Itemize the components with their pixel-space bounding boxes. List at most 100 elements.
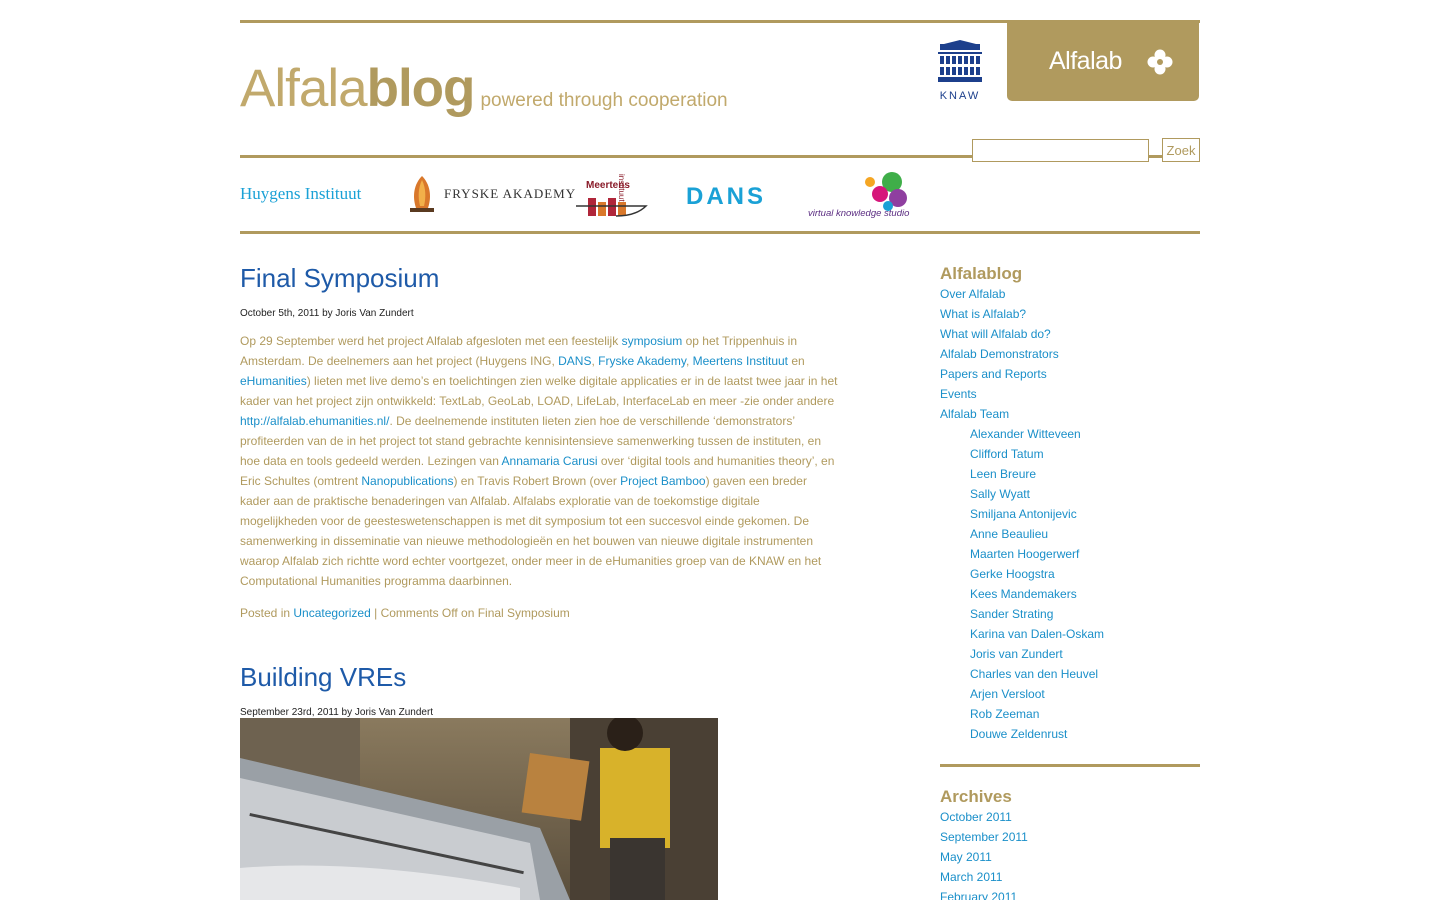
post-body-link[interactable]: eHumanities bbox=[240, 374, 307, 388]
post-body-link[interactable]: Project Bamboo bbox=[620, 474, 705, 488]
vks-circles-icon bbox=[865, 172, 907, 211]
sidebar-page-link[interactable]: Alexander Witteveen bbox=[970, 427, 1081, 441]
post-title[interactable]: Final Symposium bbox=[240, 263, 439, 294]
sidebar-page-link[interactable]: Alfalab Team bbox=[940, 407, 1009, 421]
knaw-logo[interactable]: KNAW bbox=[934, 40, 986, 104]
logo-bold-text: blog bbox=[366, 59, 476, 118]
knaw-label: KNAW bbox=[939, 90, 981, 102]
sidebar-page-link[interactable]: What will Alfalab do? bbox=[940, 327, 1051, 341]
sidebar-page-item: Douwe Zeldenrust bbox=[940, 724, 1104, 744]
post-body-link[interactable]: Meertens Instituut bbox=[693, 354, 788, 368]
sidebar-page-item: Papers and Reports bbox=[940, 364, 1104, 384]
category-link[interactable]: Uncategorized bbox=[293, 606, 370, 620]
alfalab-home-link[interactable]: Alfalab bbox=[1007, 21, 1199, 101]
sidebar-page-link[interactable]: Anne Beaulieu bbox=[970, 527, 1048, 541]
post-title-link[interactable]: Final Symposium bbox=[240, 263, 439, 293]
sidebar-page-link[interactable]: Karina van Dalen-Oskam bbox=[970, 627, 1104, 641]
sidebar-page-link[interactable]: Alfalab Demonstrators bbox=[940, 347, 1059, 361]
sidebar-page-item: Maarten Hoogerwerf bbox=[940, 544, 1104, 564]
sidebar-page-link[interactable]: Kees Mandemakers bbox=[970, 587, 1077, 601]
sidebar-page-link[interactable]: Events bbox=[940, 387, 977, 401]
post-footer: Posted in Uncategorized | Comments Off o… bbox=[240, 606, 570, 620]
sidebar-page-item: What is Alfalab? bbox=[940, 304, 1104, 324]
dans-label: DANS bbox=[686, 183, 767, 210]
archive-link[interactable]: February 2011 bbox=[940, 890, 1017, 900]
sidebar-page-item: Alfalab Demonstrators bbox=[940, 344, 1104, 364]
post-body-link[interactable]: Annamaria Carusi bbox=[502, 454, 598, 468]
sidebar-page-link[interactable]: Leen Breure bbox=[970, 467, 1036, 481]
search-input[interactable] bbox=[972, 139, 1149, 162]
sidebar-page-item: Gerke Hoogstra bbox=[940, 564, 1104, 584]
alfalab-clover-icon bbox=[1147, 49, 1173, 75]
meertens-figures-icon bbox=[576, 198, 648, 217]
sidebar-page-item: Alexander Witteveen bbox=[940, 424, 1104, 444]
post-body-text: ) gaven een breder kader aan de praktisc… bbox=[240, 474, 822, 588]
sidebar-page-link[interactable]: Rob Zeeman bbox=[970, 707, 1039, 721]
sidebar-page-item: Anne Beaulieu bbox=[940, 524, 1104, 544]
sidebar-page-link[interactable]: Clifford Tatum bbox=[970, 447, 1044, 461]
sidebar-page-item: Clifford Tatum bbox=[940, 444, 1104, 464]
comments-status: Comments Off on Final Symposium bbox=[380, 606, 570, 620]
sidebar-page-item: Smiljana Antonijevic bbox=[940, 504, 1104, 524]
partner-vks-logo[interactable]: virtual knowledge studio bbox=[806, 170, 918, 222]
sidebar-page-item: Karina van Dalen-Oskam bbox=[940, 624, 1104, 644]
post-body-link[interactable]: DANS bbox=[558, 354, 591, 368]
post-title-link[interactable]: Building VREs bbox=[240, 662, 406, 692]
sidebar-page-item: Leen Breure bbox=[940, 464, 1104, 484]
post-body-text: ) en Travis Robert Brown (over bbox=[453, 474, 621, 488]
sidebar-page-link[interactable]: Sander Strating bbox=[970, 607, 1053, 621]
sidebar-page-item: Alfalab Team bbox=[940, 404, 1104, 424]
post-meta: September 23rd, 2011 by Joris Van Zunder… bbox=[240, 707, 434, 718]
sidebar-archives-list: October 2011 September 2011 May 2011 March … bbox=[940, 807, 1028, 900]
sidebar-page-item: Over Alfalab bbox=[940, 284, 1104, 304]
partner-fryske-logo[interactable]: FRYSKE AKADEMY bbox=[406, 174, 575, 216]
sidebar-page-item: What will Alfalab do? bbox=[940, 324, 1104, 344]
huygens-label: Huygens Instituut bbox=[240, 184, 362, 203]
sidebar-page-link[interactable]: Sally Wyatt bbox=[970, 487, 1030, 501]
workshop-photo-image bbox=[240, 718, 718, 900]
post-photo[interactable] bbox=[240, 718, 718, 900]
sidebar-page-link[interactable]: Gerke Hoogstra bbox=[970, 567, 1055, 581]
posted-in-label: Posted in bbox=[240, 606, 294, 620]
sidebar-page-link[interactable]: Douwe Zeldenrust bbox=[970, 727, 1067, 741]
sidebar-pages-list: Over Alfalab What is Alfalab? What will Al… bbox=[940, 284, 1104, 744]
archive-item: September 2011 bbox=[940, 827, 1028, 847]
sidebar-page-item: Arjen Versloot bbox=[940, 684, 1104, 704]
partner-dans-logo[interactable]: DANS bbox=[686, 183, 766, 211]
vks-label: virtual knowledge studio bbox=[808, 208, 910, 219]
post-body-link[interactable]: http://alfalab.ehumanities.nl/ bbox=[240, 414, 389, 428]
post-title[interactable]: Building VREs bbox=[240, 662, 406, 693]
archive-link[interactable]: March 2011 bbox=[940, 870, 1002, 884]
post-body-link[interactable]: Nanopublications bbox=[361, 474, 453, 488]
fryske-emblem-icon bbox=[410, 176, 434, 212]
sidebar-page-link[interactable]: Papers and Reports bbox=[940, 367, 1047, 381]
post-body-link[interactable]: symposium bbox=[622, 334, 683, 348]
archive-link[interactable]: September 2011 bbox=[940, 830, 1028, 844]
partner-huygens-logo[interactable]: Huygens Instituut bbox=[240, 184, 361, 204]
archive-item: March 2011 bbox=[940, 867, 1028, 887]
sidebar-page-item: Joris van Zundert bbox=[940, 644, 1104, 664]
post-body-text: Op 29 September werd het project Alfalab… bbox=[240, 334, 622, 348]
archive-item: May 2011 bbox=[940, 847, 1028, 867]
sidebar-page-item: Kees Mandemakers bbox=[940, 584, 1104, 604]
post-body-link[interactable]: Fryske Akademy bbox=[598, 354, 686, 368]
fryske-label: FRYSKE AKADEMY bbox=[444, 186, 577, 201]
sidebar-page-item: Charles van den Heuvel bbox=[940, 664, 1104, 684]
sidebar-page-link[interactable]: What is Alfalab? bbox=[940, 307, 1026, 321]
partner-meertens-logo[interactable]: Meertens instituut bbox=[576, 170, 652, 220]
sidebar-page-link[interactable]: Arjen Versloot bbox=[970, 687, 1045, 701]
sidebar-page-link[interactable]: Over Alfalab bbox=[940, 287, 1005, 301]
site-tagline: powered through cooperation bbox=[480, 90, 728, 111]
sidebar-page-link[interactable]: Smiljana Antonijevic bbox=[970, 507, 1077, 521]
sidebar-page-link[interactable]: Maarten Hoogerwerf bbox=[970, 547, 1079, 561]
sidebar-page-link[interactable]: Charles van den Heuvel bbox=[970, 667, 1098, 681]
archive-link[interactable]: October 2011 bbox=[940, 810, 1012, 824]
header-bottom-rule bbox=[240, 231, 1200, 234]
archive-link[interactable]: May 2011 bbox=[940, 850, 992, 864]
search-button[interactable]: Zoek bbox=[1162, 138, 1200, 162]
footer-separator: | bbox=[370, 606, 381, 620]
post-body-text: , bbox=[685, 354, 693, 368]
sidebar-page-link[interactable]: Joris van Zundert bbox=[970, 647, 1063, 661]
site-logo[interactable]: Alfalablog powered through cooperation bbox=[240, 58, 728, 119]
post-body-text: ) lieten met live demo’s en toelichtinge… bbox=[240, 374, 838, 408]
